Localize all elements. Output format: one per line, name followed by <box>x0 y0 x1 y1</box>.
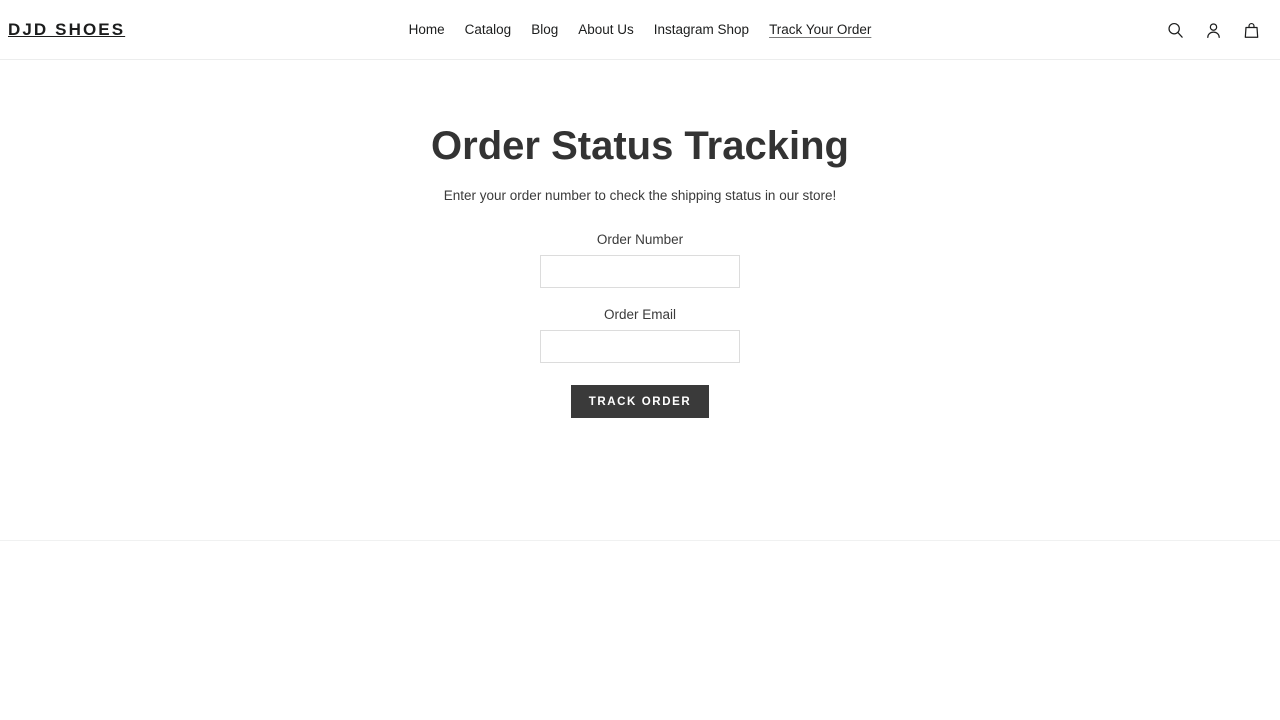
nav-item-home[interactable]: Home <box>399 21 455 39</box>
page-subtitle: Enter your order number to check the shi… <box>443 188 837 203</box>
order-number-field-group: Order Number <box>540 230 740 288</box>
account-icon <box>1204 21 1223 40</box>
nav-item-blog[interactable]: Blog <box>521 21 568 39</box>
cart-icon <box>1242 21 1261 40</box>
search-button[interactable] <box>1160 15 1190 45</box>
nav-item-instagram-shop[interactable]: Instagram Shop <box>644 21 759 39</box>
nav-item-track-your-order[interactable]: Track Your Order <box>759 21 881 39</box>
search-icon <box>1166 21 1185 40</box>
cart-button[interactable] <box>1236 15 1266 45</box>
main-content: Order Status Tracking Enter your order n… <box>0 60 1280 541</box>
nav-item-about-us[interactable]: About Us <box>568 21 644 39</box>
track-order-button[interactable]: Track Order <box>570 385 710 418</box>
order-email-field-group: Order Email <box>540 305 740 363</box>
site-header: DJD SHOES Home Catalog Blog About Us Ins… <box>0 0 1280 60</box>
header-icon-group <box>1160 0 1266 60</box>
site-footer <box>0 541 1280 719</box>
order-email-input[interactable] <box>540 330 740 363</box>
page-title: Order Status Tracking <box>431 124 849 168</box>
order-tracking-form: Order Number Order Email Track Order <box>0 230 1280 418</box>
order-email-label: Order Email <box>603 307 676 322</box>
main-navigation: Home Catalog Blog About Us Instagram Sho… <box>0 21 1280 39</box>
nav-item-catalog[interactable]: Catalog <box>455 21 522 39</box>
account-button[interactable] <box>1198 15 1228 45</box>
order-number-label: Order Number <box>596 232 684 247</box>
order-number-input[interactable] <box>540 255 740 288</box>
